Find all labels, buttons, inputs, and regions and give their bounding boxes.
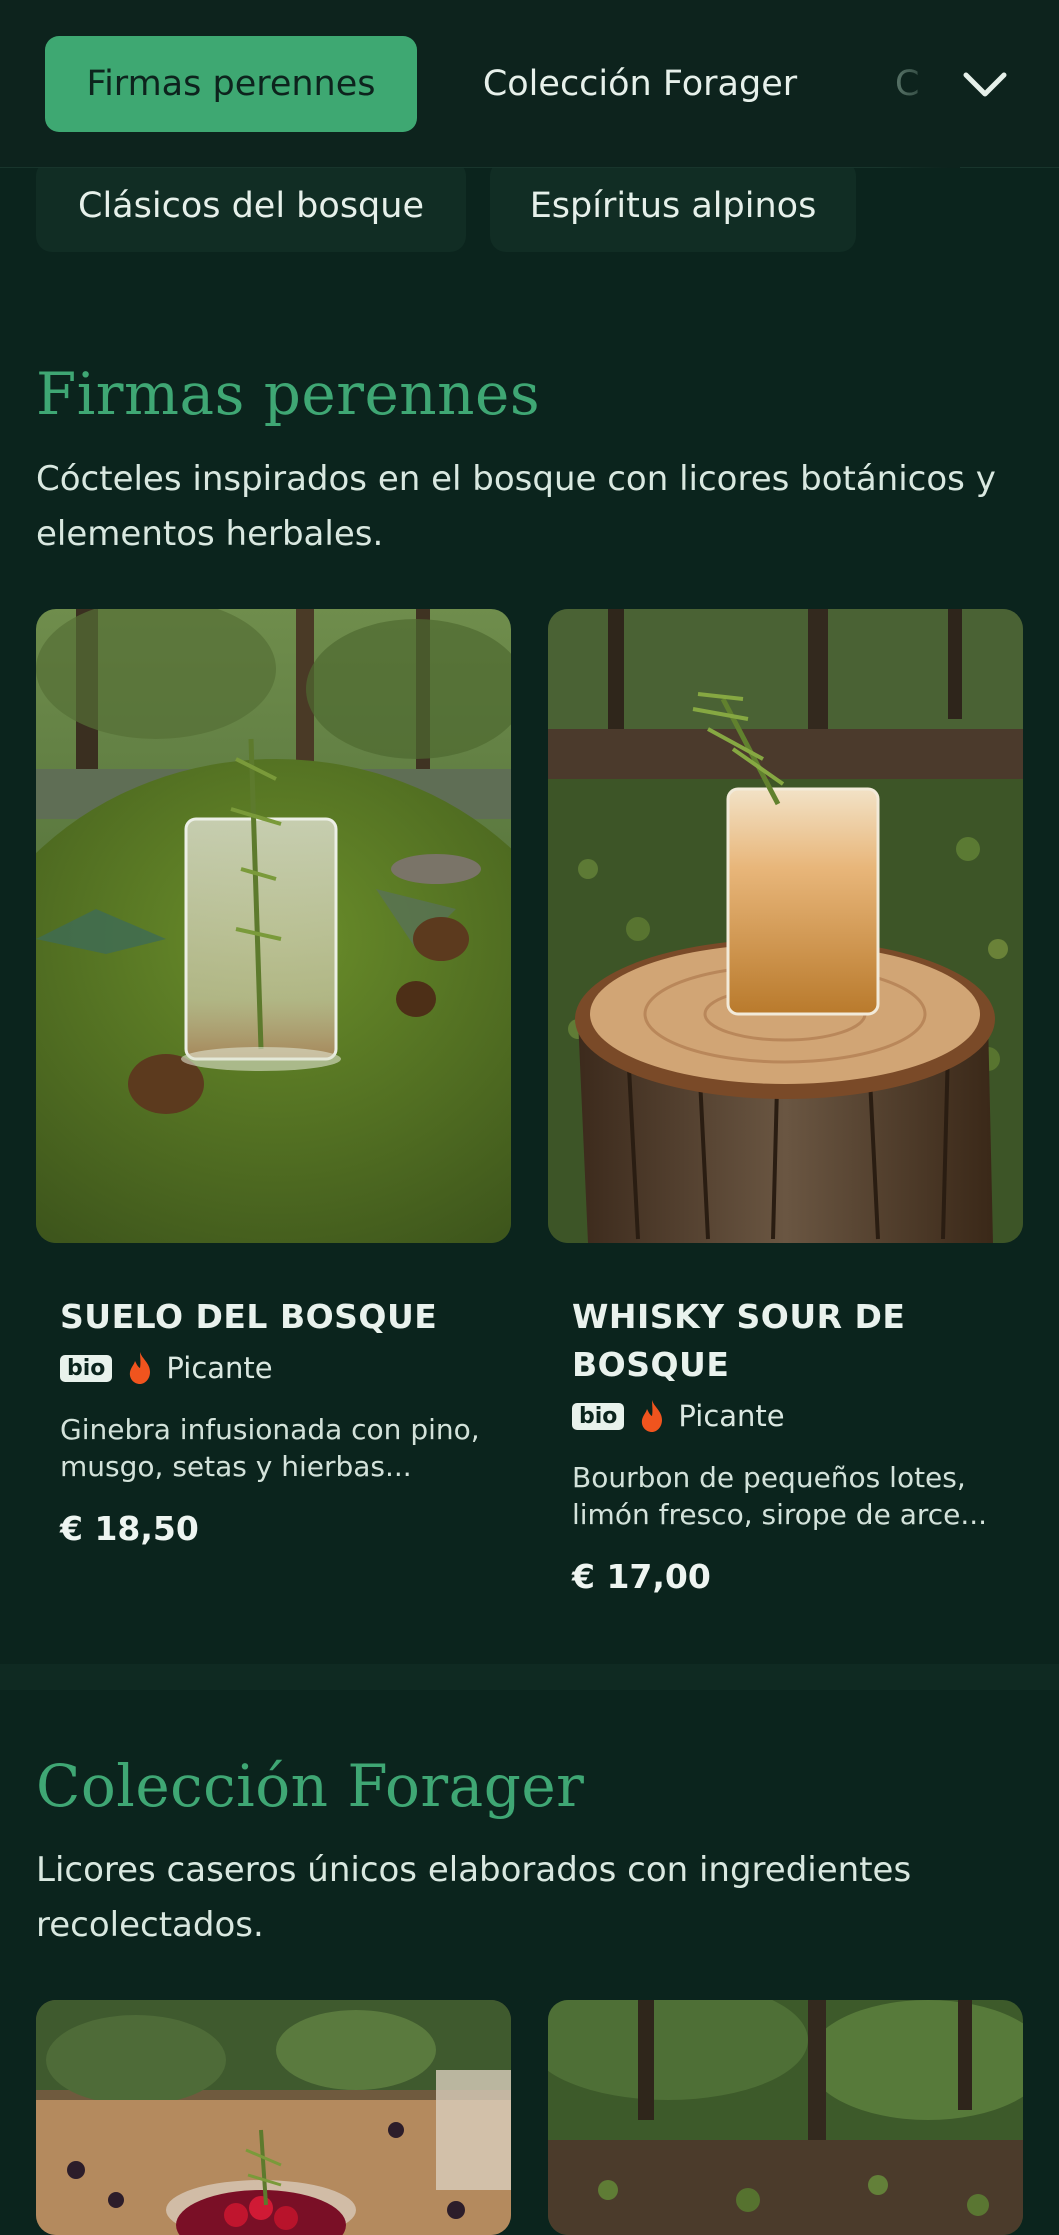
cocktail-photo (548, 2000, 1023, 2235)
cocktail-photo (36, 609, 511, 1243)
chip-clasicos-del-bosque[interactable]: Clásicos del bosque (36, 160, 466, 252)
menu-item-card[interactable] (36, 2000, 511, 2235)
tab-firmas-perennes[interactable]: Firmas perennes (45, 36, 417, 132)
menu-item-card[interactable] (548, 2000, 1023, 2235)
chevron-down-icon[interactable] (960, 60, 1010, 110)
item-price: € 17,00 (572, 1557, 711, 1596)
cocktail-photo (548, 609, 1023, 1243)
section-title-coleccion-forager: Colección Forager (36, 1752, 585, 1820)
tag-label: Picante (678, 1399, 785, 1433)
tag-label: Picante (166, 1351, 273, 1385)
flame-icon (130, 1352, 151, 1384)
item-tags: bio Picante (572, 1399, 1023, 1433)
flame-icon (642, 1400, 663, 1432)
item-name: SUELO DEL BOSQUE (60, 1297, 438, 1336)
item-description: Ginebra infusionada con pino, musgo, set… (60, 1413, 480, 1483)
item-description: Bourbon de pequeños lotes, limón fresco,… (572, 1461, 988, 1531)
section-divider (0, 1664, 1059, 1690)
category-tab-bar: Firmas perennes Colección Forager C (0, 0, 1059, 168)
section-title-firmas-perennes: Firmas perennes (36, 360, 541, 428)
section-description: Licores caseros únicos elaborados con in… (36, 1850, 912, 1945)
menu-item-card[interactable]: WHISKY SOUR DE BOSQUE bio Picante Bourbo… (548, 609, 1023, 1596)
bio-badge: bio (60, 1354, 113, 1382)
tab-coleccion-forager[interactable]: Colección Forager (470, 36, 810, 132)
tab-fade-overlay (880, 0, 960, 168)
bio-badge: bio (572, 1402, 625, 1430)
cocktail-photo (36, 2000, 511, 2235)
menu-item-card[interactable]: SUELO DEL BOSQUE bio Picante Ginebra inf… (36, 609, 511, 1548)
item-price: € 18,50 (60, 1509, 199, 1548)
section-description: Cócteles inspirados en el bosque con lic… (36, 459, 996, 554)
item-name: WHISKY SOUR DE BOSQUE (572, 1297, 906, 1384)
item-tags: bio Picante (60, 1351, 511, 1385)
chip-espiritus-alpinos[interactable]: Espíritus alpinos (490, 160, 856, 252)
